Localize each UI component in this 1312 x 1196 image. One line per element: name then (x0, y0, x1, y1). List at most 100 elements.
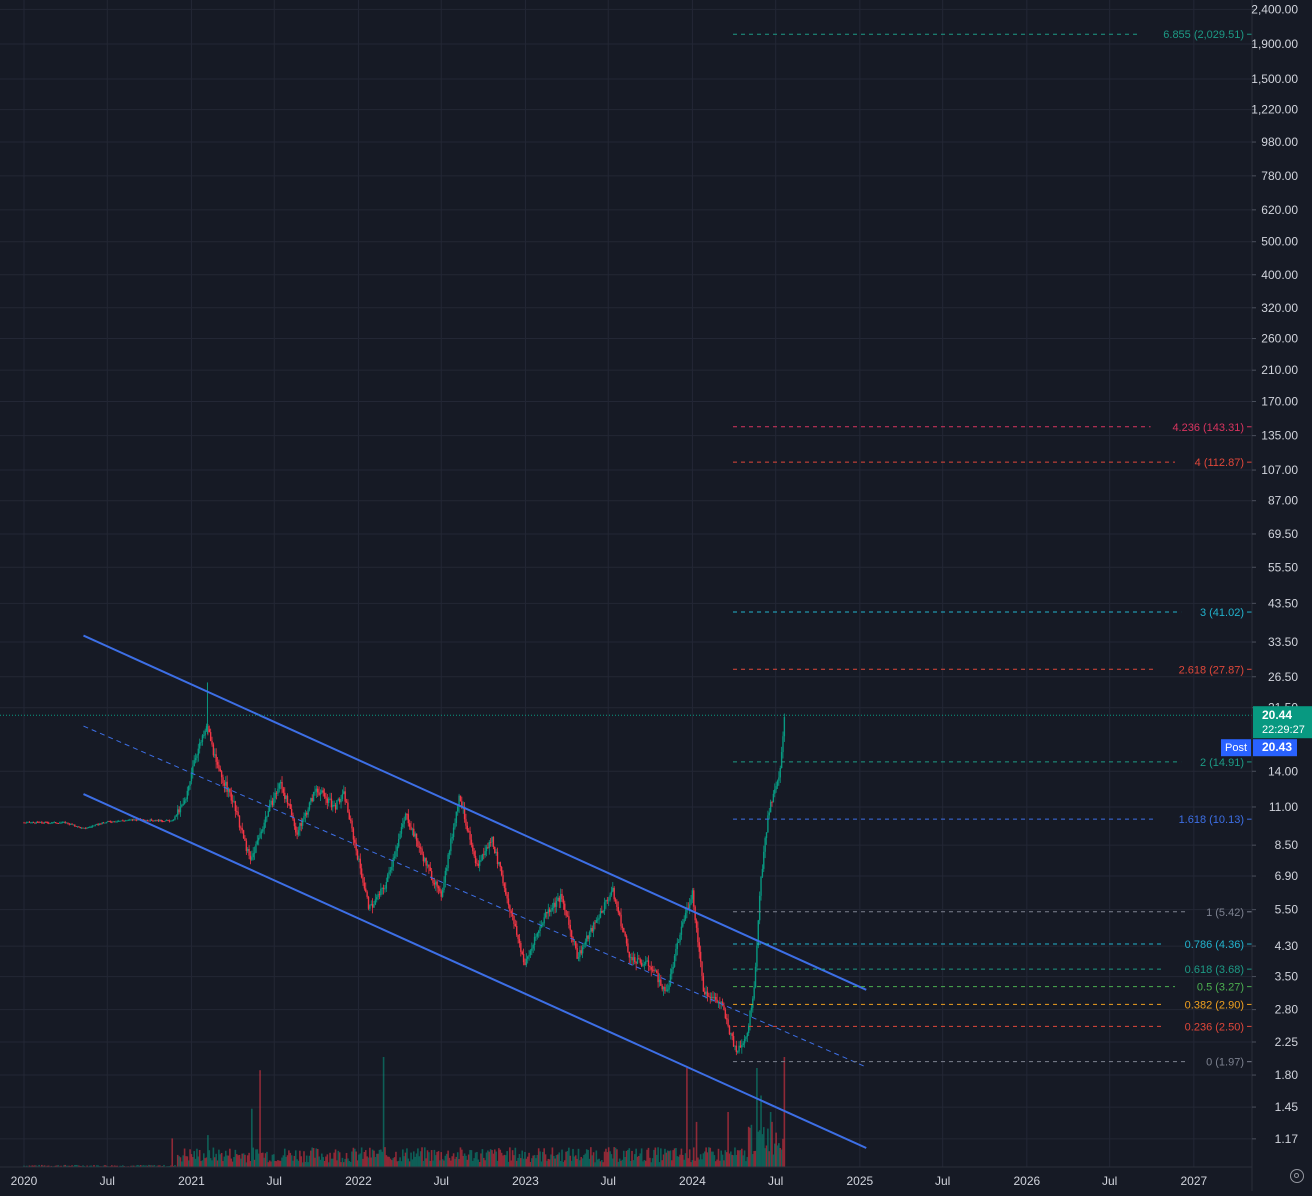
candle-body (419, 847, 422, 849)
volume-bar (714, 1161, 717, 1167)
candle (231, 794, 234, 808)
candle-body (67, 822, 69, 824)
candle (389, 866, 392, 876)
candle (754, 962, 757, 989)
candle (631, 952, 633, 966)
candle-body (345, 801, 348, 803)
candle (148, 820, 150, 822)
volume-bar (189, 1149, 191, 1167)
candle-body (734, 1045, 736, 1047)
candle (505, 882, 507, 896)
candle (64, 820, 66, 824)
volume-bar (426, 1150, 429, 1167)
candle (720, 1001, 722, 1009)
candle-body (514, 923, 517, 927)
chart-svg[interactable]: 6.855 (2,029.51)4.236 (143.31)4 (112.87)… (0, 0, 1312, 1196)
candle-body (89, 826, 91, 828)
candle-body (326, 798, 329, 803)
candle-body (94, 824, 97, 826)
candle-body (148, 820, 150, 822)
candle-body (27, 821, 29, 823)
volume-bar (775, 1132, 777, 1167)
volume-bar (404, 1152, 407, 1167)
candle-body (672, 966, 674, 970)
candle (618, 910, 621, 917)
candle-body (234, 801, 237, 812)
candle (209, 728, 212, 742)
candle-body (529, 950, 532, 955)
volume-bar (185, 1156, 187, 1167)
candle (496, 847, 499, 869)
candle (495, 848, 497, 856)
volume-bar (375, 1153, 378, 1167)
candle-body (304, 813, 307, 817)
candle (225, 776, 227, 793)
chart[interactable]: 6.855 (2,029.51) 4.236 (143.31) 4 (112.87)… (0, 0, 1312, 1196)
fib-level: 6.855 (2,029.51) (733, 29, 1252, 41)
candle (561, 888, 563, 903)
candle (325, 792, 327, 806)
candle (58, 821, 61, 824)
candle (478, 855, 481, 872)
x-axis-labels: 2020 Jul 2021 Jul 2022 Jul 2023 Jul 2024 Jul 2025 J… (11, 1174, 1208, 1188)
volume-bar (301, 1162, 304, 1167)
candle (282, 786, 285, 796)
volume-bar (558, 1152, 561, 1167)
candle (365, 882, 367, 893)
candle (314, 785, 316, 796)
volume-bar (511, 1150, 514, 1167)
candle-body (127, 819, 130, 821)
candle-body (643, 964, 646, 966)
candle-body (636, 958, 639, 964)
volume-bar (197, 1156, 200, 1167)
candle (506, 891, 508, 904)
candle (583, 942, 585, 950)
volume-bar (760, 1095, 762, 1167)
candle (543, 913, 545, 927)
candle-body (91, 825, 94, 827)
candle (680, 920, 683, 940)
y-tick-label: 11.00 (1269, 800, 1298, 814)
candle (517, 934, 519, 944)
volume-bar (698, 1159, 701, 1167)
y-tick-label: 6.90 (1275, 869, 1299, 883)
candle (355, 837, 357, 856)
candle (668, 980, 670, 994)
candle (767, 810, 769, 833)
candle (484, 844, 486, 858)
y-tick-label: 260.00 (1261, 332, 1298, 346)
candle (378, 891, 381, 900)
volume-bar (548, 1159, 551, 1167)
volume-bar (422, 1160, 425, 1167)
candle-body (448, 851, 451, 855)
candle-body (739, 1045, 742, 1048)
candle (96, 823, 98, 826)
candle-body (495, 851, 497, 854)
candle (308, 801, 311, 812)
candle (323, 788, 326, 799)
candle-body (380, 888, 382, 896)
candle-body (135, 819, 138, 821)
candle-body (588, 932, 591, 939)
candle (159, 819, 161, 822)
volume-bar (546, 1160, 548, 1167)
volume-bar (489, 1149, 492, 1167)
candle (75, 825, 77, 827)
candle-body (388, 871, 390, 875)
y-tick-label: 1.80 (1275, 1068, 1299, 1082)
candle (533, 932, 536, 951)
candle-body (569, 924, 571, 931)
volume-bar (764, 1148, 766, 1167)
candle (163, 821, 165, 823)
volume-bar (612, 1158, 614, 1167)
volume-bar (369, 1147, 371, 1167)
volume-bar (459, 1147, 462, 1167)
candle-body (259, 833, 261, 838)
candle (452, 823, 455, 841)
volume-bar (216, 1160, 219, 1167)
settings-icon[interactable] (1290, 1169, 1304, 1183)
candle-body (647, 960, 650, 967)
candle (713, 992, 716, 1001)
candle (229, 788, 231, 797)
candle-body (223, 783, 226, 786)
